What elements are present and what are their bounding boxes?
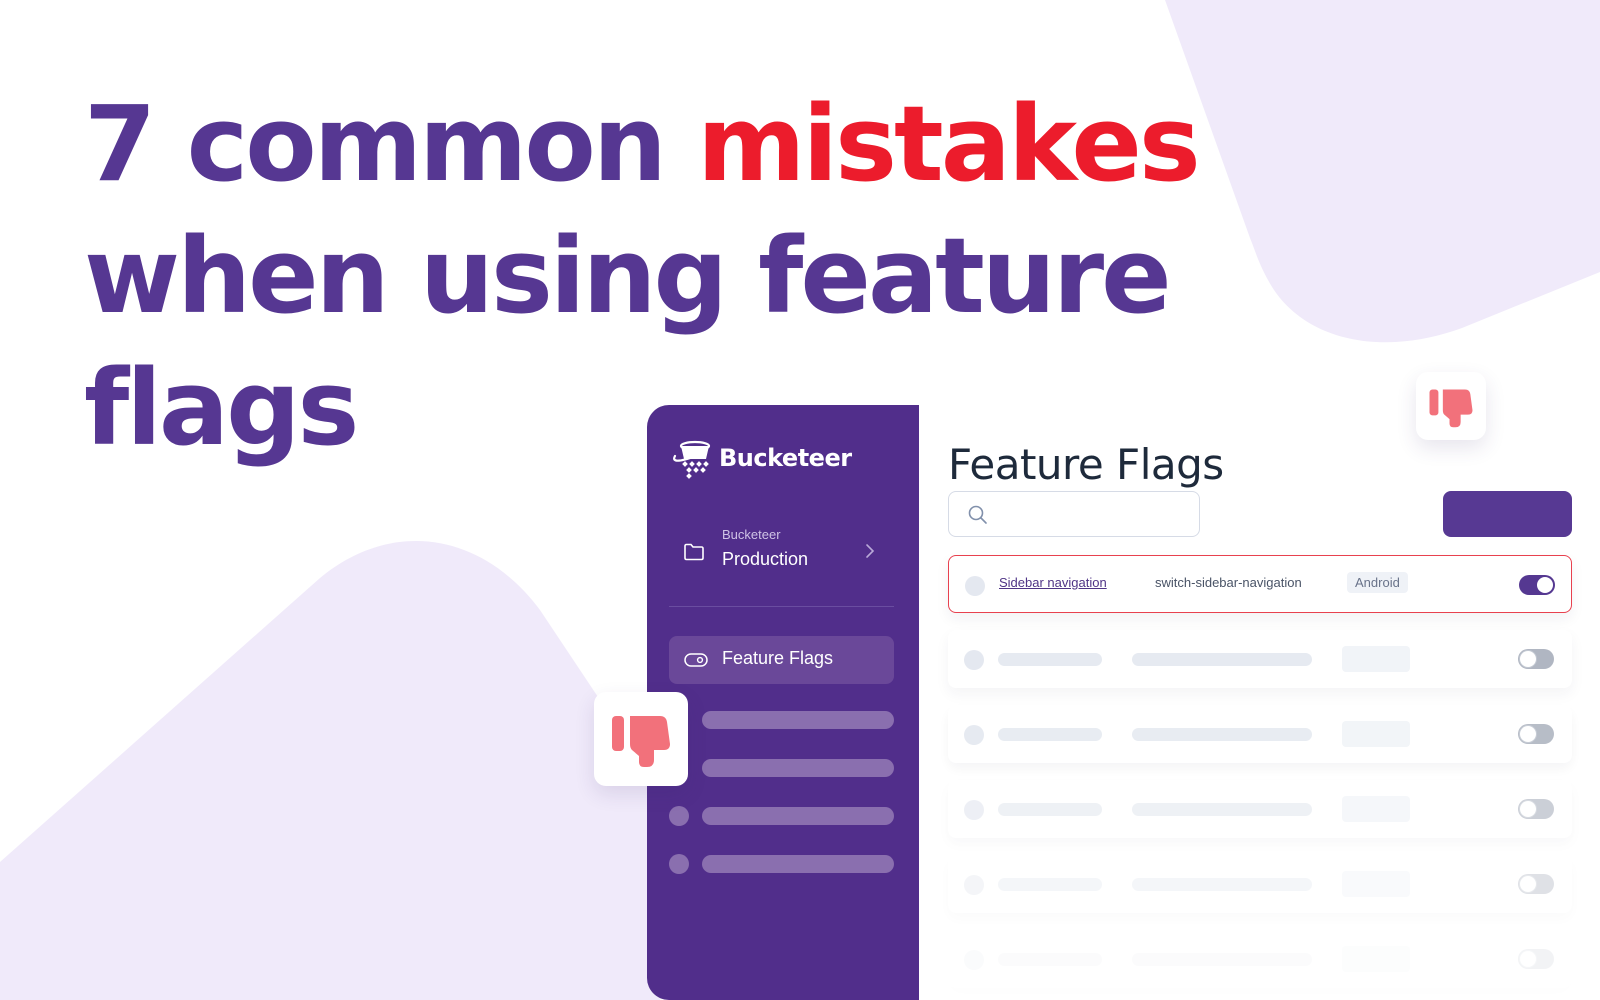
- flag-tag: Android: [1347, 572, 1408, 593]
- placeholder-id: [1132, 878, 1312, 891]
- placeholder-dot: [964, 800, 984, 820]
- placeholder-row: [948, 630, 1572, 688]
- sidebar-skeleton-item[interactable]: [702, 759, 894, 777]
- placeholder-tag: [1342, 871, 1410, 897]
- placeholder-tag: [1342, 796, 1410, 822]
- sidebar-skeleton-item[interactable]: [702, 711, 894, 729]
- thumbs-down-icon: [612, 716, 670, 767]
- thumbs-down-icon: [1429, 388, 1473, 427]
- placeholder-name: [998, 953, 1102, 966]
- placeholder-row: [948, 855, 1572, 913]
- bucket-logo-icon: [673, 440, 711, 479]
- folder-icon: [684, 543, 704, 561]
- placeholder-dot: [964, 950, 984, 970]
- toggle-knob: [1520, 951, 1536, 967]
- search-input[interactable]: [997, 500, 1191, 530]
- sidebar-item-label: Feature Flags: [722, 648, 834, 668]
- bg-shape-bottom-left: [0, 541, 660, 1000]
- search-box[interactable]: [948, 491, 1200, 537]
- placeholder-name: [998, 878, 1102, 891]
- flag-toggle[interactable]: [1518, 724, 1554, 744]
- placeholder-dot: [964, 875, 984, 895]
- headline-line-2: when using feature: [84, 215, 1172, 337]
- toggle-icon: [684, 653, 708, 667]
- flag-toggle[interactable]: [1518, 949, 1554, 969]
- flag-id: switch-sidebar-navigation: [1155, 575, 1302, 590]
- placeholder-row: [948, 705, 1572, 763]
- toggle-knob: [1520, 876, 1536, 892]
- brand-name: Bucketeer: [719, 444, 852, 472]
- toggle-knob: [1520, 651, 1536, 667]
- placeholder-id: [1132, 728, 1312, 741]
- placeholder-id: [1132, 653, 1312, 666]
- sidebar-skeleton-dot: [669, 854, 689, 874]
- flag-name-link[interactable]: Sidebar navigation: [999, 575, 1107, 590]
- flag-toggle[interactable]: [1518, 649, 1554, 669]
- placeholder-name: [998, 728, 1102, 741]
- environment-selector[interactable]: Bucketeer Production: [669, 523, 899, 579]
- placeholder-row: [948, 780, 1572, 838]
- toggle-knob: [1537, 577, 1553, 593]
- placeholder-tag: [1342, 646, 1410, 672]
- flag-toggle[interactable]: [1518, 799, 1554, 819]
- sidebar-divider: [669, 606, 894, 607]
- placeholder-name: [998, 803, 1102, 816]
- thumbs-down-card: [1416, 372, 1486, 440]
- headline-number: 7: [84, 83, 156, 205]
- chevron-right-icon: [866, 544, 875, 558]
- sidebar-skeleton-item[interactable]: [702, 807, 894, 825]
- toggle-knob: [1520, 801, 1536, 817]
- environment-name: Production: [722, 549, 809, 569]
- headline-word: common: [186, 83, 667, 205]
- bg-shape-top-right: [1165, 0, 1600, 343]
- placeholder-id: [1132, 803, 1312, 816]
- placeholder-tag: [1342, 946, 1410, 972]
- sidebar-skeleton-dot: [669, 806, 689, 826]
- thumbs-down-card: [594, 692, 688, 786]
- placeholder-tag: [1342, 721, 1410, 747]
- flag-toggle[interactable]: [1519, 575, 1555, 595]
- placeholder-row: [948, 930, 1572, 988]
- placeholder-dot: [964, 725, 984, 745]
- add-flag-button[interactable]: [1443, 491, 1572, 537]
- search-icon: [968, 505, 987, 524]
- flag-status-dot: [965, 576, 985, 596]
- sidebar-item-feature-flags[interactable]: Feature Flags: [669, 636, 894, 684]
- placeholder-dot: [964, 650, 984, 670]
- flag-row[interactable]: Sidebar navigation switch-sidebar-naviga…: [948, 555, 1572, 613]
- headline-line-1: 7 common mistakes: [84, 78, 1201, 210]
- headline: 7 common mistakes when using feature fla…: [84, 78, 1201, 474]
- flag-toggle[interactable]: [1518, 874, 1554, 894]
- environment-project-label: Bucketeer: [722, 527, 781, 542]
- toggle-knob: [1520, 726, 1536, 742]
- brand[interactable]: Bucketeer: [669, 435, 852, 481]
- placeholder-id: [1132, 953, 1312, 966]
- placeholder-name: [998, 653, 1102, 666]
- sidebar-skeleton-item[interactable]: [702, 855, 894, 873]
- headline-accent-word: mistakes: [697, 83, 1201, 205]
- page-title: Feature Flags: [948, 440, 1224, 489]
